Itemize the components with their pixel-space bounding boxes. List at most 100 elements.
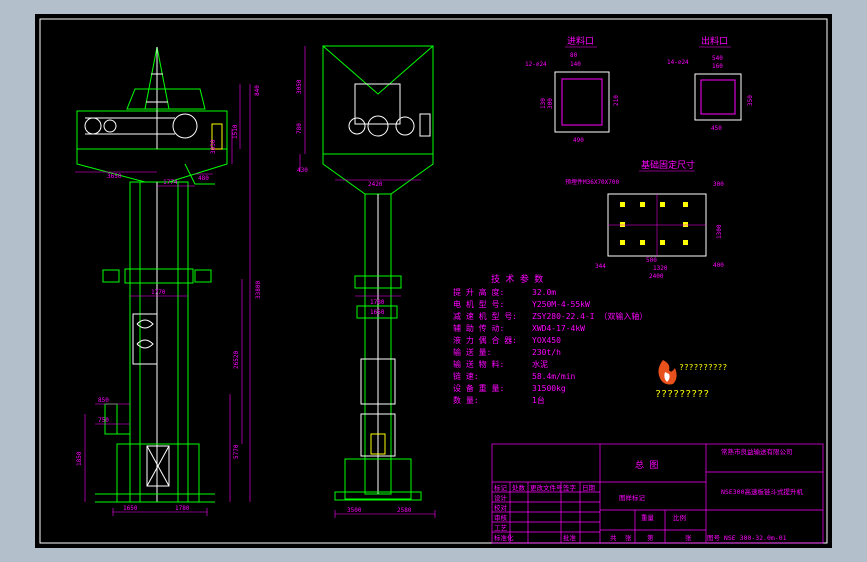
scale-header: 图样标记 bbox=[619, 493, 646, 502]
specs-title: 技 术 参 数 bbox=[491, 273, 543, 285]
drawing-sheet: 840 1510 3650 1774 480 1770 33800 26520 … bbox=[35, 14, 832, 548]
spec-value-2: ZSY280-22.4-I （双输入轴） bbox=[532, 311, 647, 321]
dim-540: 540 bbox=[712, 55, 723, 62]
foundation-detail: 基础固定尺寸 预埋件M36X70X700 300 1300 400 500 13… bbox=[565, 159, 724, 280]
tb-cell-0: 标记 bbox=[494, 483, 508, 492]
dim-780: 780 bbox=[296, 123, 303, 134]
spec-value-6: 水泥 bbox=[532, 359, 548, 369]
spec-value-1: Y250M-4-55kW bbox=[532, 300, 590, 309]
spec-value-0: 32.0m bbox=[532, 288, 556, 297]
spec-value-5: 230t/h bbox=[532, 348, 561, 357]
boot-section bbox=[116, 443, 200, 503]
dim-350: 350 bbox=[747, 95, 754, 106]
spec-value-4: YOX450 bbox=[532, 336, 561, 345]
dim-1300: 1300 bbox=[716, 224, 723, 239]
dim-2400: 2400 bbox=[649, 273, 664, 280]
dim-490: 490 bbox=[573, 137, 584, 144]
platform-mid bbox=[124, 268, 194, 284]
company-name: 常熟市良益输送有限公司 bbox=[721, 447, 793, 456]
spec-label-7: 链 速: bbox=[453, 371, 479, 381]
feed-hole-detail: 进料口 12-∅24 80 140 130 300 210 490 bbox=[525, 35, 620, 144]
feed-chute bbox=[116, 409, 130, 435]
tb-cell-9: 标准化 bbox=[494, 533, 514, 542]
dim-3050: 3050 bbox=[296, 79, 303, 94]
tb-cell-14: 张 bbox=[685, 533, 692, 542]
dim-1780: 1780 bbox=[175, 505, 190, 512]
dim-1780-front: 1780 bbox=[370, 299, 385, 306]
tb-cell-4: 日期 bbox=[582, 484, 596, 492]
spec-label-5: 输 送 量: bbox=[453, 347, 491, 357]
dim-500: 500 bbox=[646, 257, 657, 264]
tb-cell-11: 共 bbox=[610, 533, 617, 542]
dim-840: 840 bbox=[254, 85, 261, 96]
spec-label-8: 设 备 重 量: bbox=[453, 383, 504, 393]
tb-cell-13: 第 bbox=[647, 533, 654, 542]
dim-344: 344 bbox=[595, 263, 606, 270]
product-name: NSE300高速板链斗式提升机 bbox=[721, 487, 803, 496]
dim-130: 130 bbox=[540, 98, 547, 109]
dim-300: 300 bbox=[547, 98, 554, 109]
watermark-line1: ?????????? bbox=[679, 363, 727, 372]
spec-label-6: 输 送 物 料: bbox=[453, 359, 504, 369]
dim-1650-front: 1650 bbox=[370, 309, 385, 316]
dim-300-f: 300 bbox=[713, 181, 724, 188]
title-block-text: 常熟市良益输送有限公司 总 图 NSE300高速板链斗式提升机 图号 NSE 3… bbox=[494, 447, 803, 542]
tb-cell-7: 审核 bbox=[494, 513, 508, 522]
dim-2580: 2580 bbox=[397, 507, 412, 514]
spec-label-9: 数 量: bbox=[453, 395, 479, 405]
watermark: ?????????? ????????? bbox=[655, 360, 727, 400]
tb-cell-8: 工艺 bbox=[494, 524, 508, 532]
dim-1320: 1320 bbox=[653, 265, 668, 272]
motor bbox=[354, 83, 401, 125]
side-elevation bbox=[76, 46, 228, 503]
foundation-title: 基础固定尺寸 bbox=[641, 159, 695, 171]
drawing-name: 总 图 bbox=[635, 459, 658, 471]
ratio-header: 比例 bbox=[673, 513, 686, 522]
dim-33800: 33800 bbox=[255, 281, 262, 299]
feed-hole-title: 进料口 bbox=[567, 35, 594, 47]
tb-cell-12: 张 bbox=[625, 533, 632, 542]
dim-480: 480 bbox=[198, 175, 209, 182]
front-elevation bbox=[322, 45, 434, 501]
dim-1770: 1770 bbox=[151, 289, 166, 296]
discharge-hole-outline bbox=[694, 73, 742, 121]
technical-specs: 技 术 参 数 提 升 高 度: 32.0m 电 机 型 号: Y250M-4-… bbox=[453, 273, 647, 405]
dim-140: 140 bbox=[570, 61, 581, 68]
inspection-door bbox=[132, 313, 158, 365]
tb-cell-3: 签字 bbox=[563, 483, 577, 492]
dim-3030: 3030 bbox=[210, 139, 217, 154]
spec-label-3: 辅 助 传 动: bbox=[453, 323, 504, 333]
dim-5770: 5770 bbox=[233, 444, 240, 459]
tb-cell-5: 设计 bbox=[494, 493, 508, 502]
front-dim-lines bbox=[299, 46, 436, 518]
cad-drawing: 840 1510 3650 1774 480 1770 33800 26520 … bbox=[39, 18, 828, 544]
spec-label-2: 减 速 机 型 号: bbox=[453, 311, 517, 321]
tb-cell-6: 校对 bbox=[494, 503, 508, 512]
dim-2420: 2420 bbox=[368, 181, 383, 188]
spec-label-1: 电 机 型 号: bbox=[453, 299, 504, 309]
feed-hole-outline bbox=[554, 71, 610, 133]
spec-value-7: 58.4m/min bbox=[532, 372, 576, 381]
tb-cell-1: 处数 bbox=[512, 483, 526, 492]
dim-210: 210 bbox=[613, 95, 620, 106]
dim-430: 430 bbox=[297, 167, 308, 174]
dim-400: 400 bbox=[713, 262, 724, 269]
front-head-hopper bbox=[322, 154, 434, 195]
dim-450: 450 bbox=[711, 125, 722, 132]
spec-value-8: 31500kg bbox=[532, 384, 566, 393]
dim-3650: 3650 bbox=[107, 173, 122, 180]
weight-header: 重量 bbox=[641, 514, 655, 522]
discharge-hole-title: 出料口 bbox=[701, 35, 728, 47]
spec-label-0: 提 升 高 度: bbox=[453, 287, 504, 297]
tb-cell-2: 更改文件号 bbox=[530, 483, 563, 492]
tb-cell-10: 批准 bbox=[563, 533, 577, 542]
foundation-bolt: 预埋件M36X70X700 bbox=[565, 178, 620, 186]
watermark-line2: ????????? bbox=[655, 389, 709, 400]
drawing-number: 图号 NSE 300-32.0m-01 bbox=[707, 534, 787, 542]
dim-1650: 1650 bbox=[123, 505, 138, 512]
spec-label-4: 液 力 偶 合 器: bbox=[453, 335, 517, 345]
spec-value-3: XWD4-17-4kW bbox=[532, 324, 585, 333]
dim-80: 80 bbox=[570, 52, 578, 59]
discharge-hole-detail: 出料口 14-∅24 160 540 350 450 bbox=[667, 35, 754, 132]
dim-26520: 26520 bbox=[233, 351, 240, 369]
